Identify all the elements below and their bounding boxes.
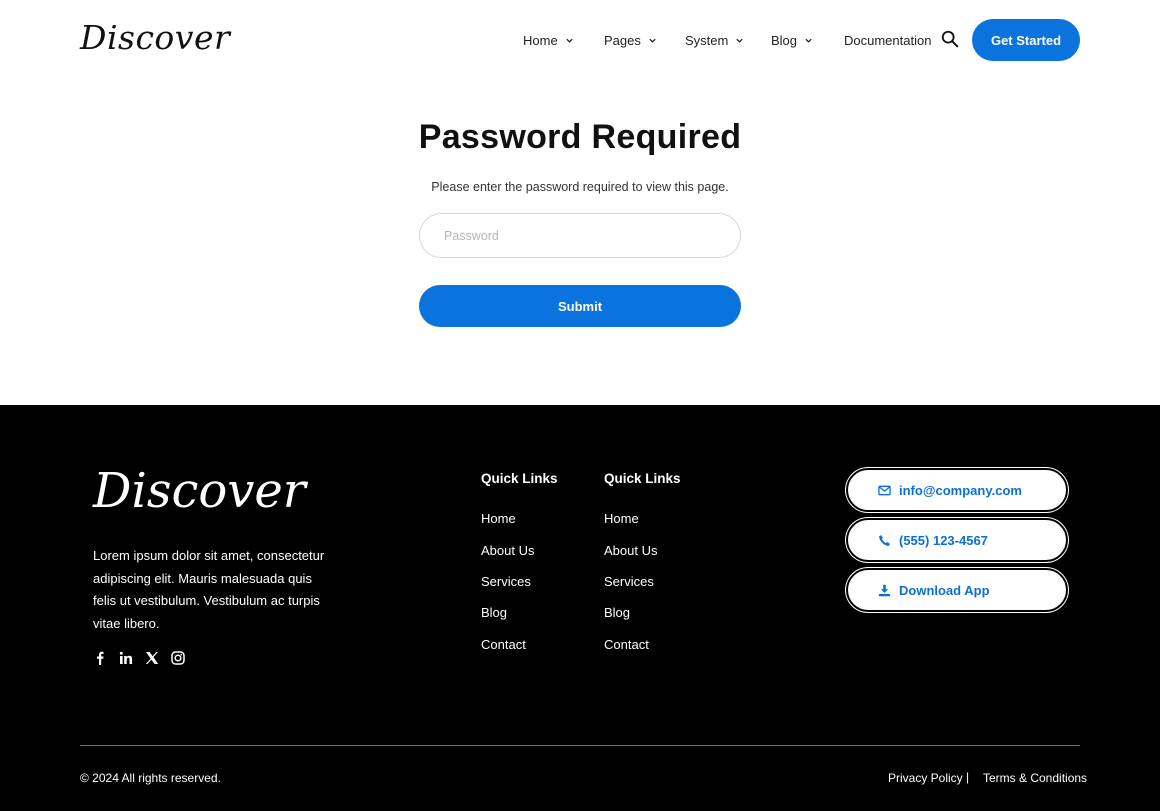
download-app-button[interactable]: Download App [846, 568, 1068, 612]
copyright-text: © 2024 All rights reserved. [80, 771, 221, 785]
nav-item-label: Documentation [844, 33, 932, 48]
page-description: Please enter the password required to vi… [431, 180, 729, 194]
nav-item-label: Home [523, 33, 558, 48]
x-link[interactable] [145, 651, 161, 667]
footer-link-services[interactable]: Services [481, 574, 531, 589]
site-logo[interactable]: Discover [80, 18, 230, 57]
instagram-icon [171, 651, 185, 665]
nav-item-label: System [685, 33, 729, 48]
envelope-icon [878, 485, 891, 495]
linkedin-icon [119, 651, 133, 664]
footer-link-services[interactable]: Services [604, 574, 654, 589]
footer-link-blog[interactable]: Blog [604, 605, 630, 620]
footer-link-contact[interactable]: Contact [481, 637, 526, 652]
site-footer: Discover Lorem ipsum dolor sit amet, con… [0, 405, 1160, 811]
phone-label: (555) 123-4567 [899, 532, 988, 548]
chevron-down-icon [566, 38, 573, 43]
footer-link-blog[interactable]: Blog [481, 605, 507, 620]
facebook-icon [97, 651, 104, 665]
nav-item-pages[interactable]: Pages [604, 33, 657, 48]
footer-column-title: Quick Links [604, 471, 681, 486]
footer-link-home[interactable]: Home [481, 511, 516, 526]
nav-item-label: Pages [604, 33, 641, 48]
footer-divider [80, 745, 1080, 746]
footer-link-about[interactable]: About Us [481, 543, 534, 558]
linkedin-link[interactable] [119, 651, 135, 667]
submit-button[interactable]: Submit [419, 285, 741, 327]
search-icon [941, 30, 959, 48]
instagram-link[interactable] [171, 651, 187, 667]
phone-icon [879, 534, 890, 546]
footer-logo[interactable]: Discover [93, 463, 306, 519]
email-button[interactable]: info@company.com [846, 468, 1068, 512]
get-started-button[interactable]: Get Started [972, 19, 1080, 61]
site-header: Discover Home Pages System Blog Document… [0, 0, 1160, 82]
legal-separator: | [966, 770, 970, 784]
nav-item-system[interactable]: System [685, 33, 744, 48]
chevron-down-icon [649, 38, 656, 43]
privacy-policy-link[interactable]: Privacy Policy [888, 771, 963, 785]
facebook-link[interactable] [93, 651, 109, 667]
terms-conditions-link[interactable]: Terms & Conditions [983, 771, 1087, 785]
download-app-label: Download App [899, 582, 990, 598]
chevron-down-icon [736, 38, 743, 43]
nav-item-documentation[interactable]: Documentation [844, 33, 931, 48]
footer-link-home[interactable]: Home [604, 511, 639, 526]
phone-button[interactable]: (555) 123-4567 [846, 518, 1068, 562]
footer-link-about[interactable]: About Us [604, 543, 657, 558]
password-input[interactable] [419, 213, 741, 258]
footer-link-contact[interactable]: Contact [604, 637, 649, 652]
page-title: Password Required [418, 118, 742, 156]
download-icon [878, 584, 891, 596]
nav-item-blog[interactable]: Blog [771, 33, 813, 48]
nav-item-label: Blog [771, 33, 798, 48]
x-icon [145, 652, 159, 664]
footer-description: Lorem ipsum dolor sit amet, consectetur … [93, 548, 325, 631]
chevron-down-icon [805, 38, 812, 43]
footer-column-title: Quick Links [481, 471, 558, 486]
email-label: info@company.com [899, 482, 1022, 498]
search-button[interactable] [940, 29, 962, 51]
nav-item-home[interactable]: Home [523, 33, 574, 48]
